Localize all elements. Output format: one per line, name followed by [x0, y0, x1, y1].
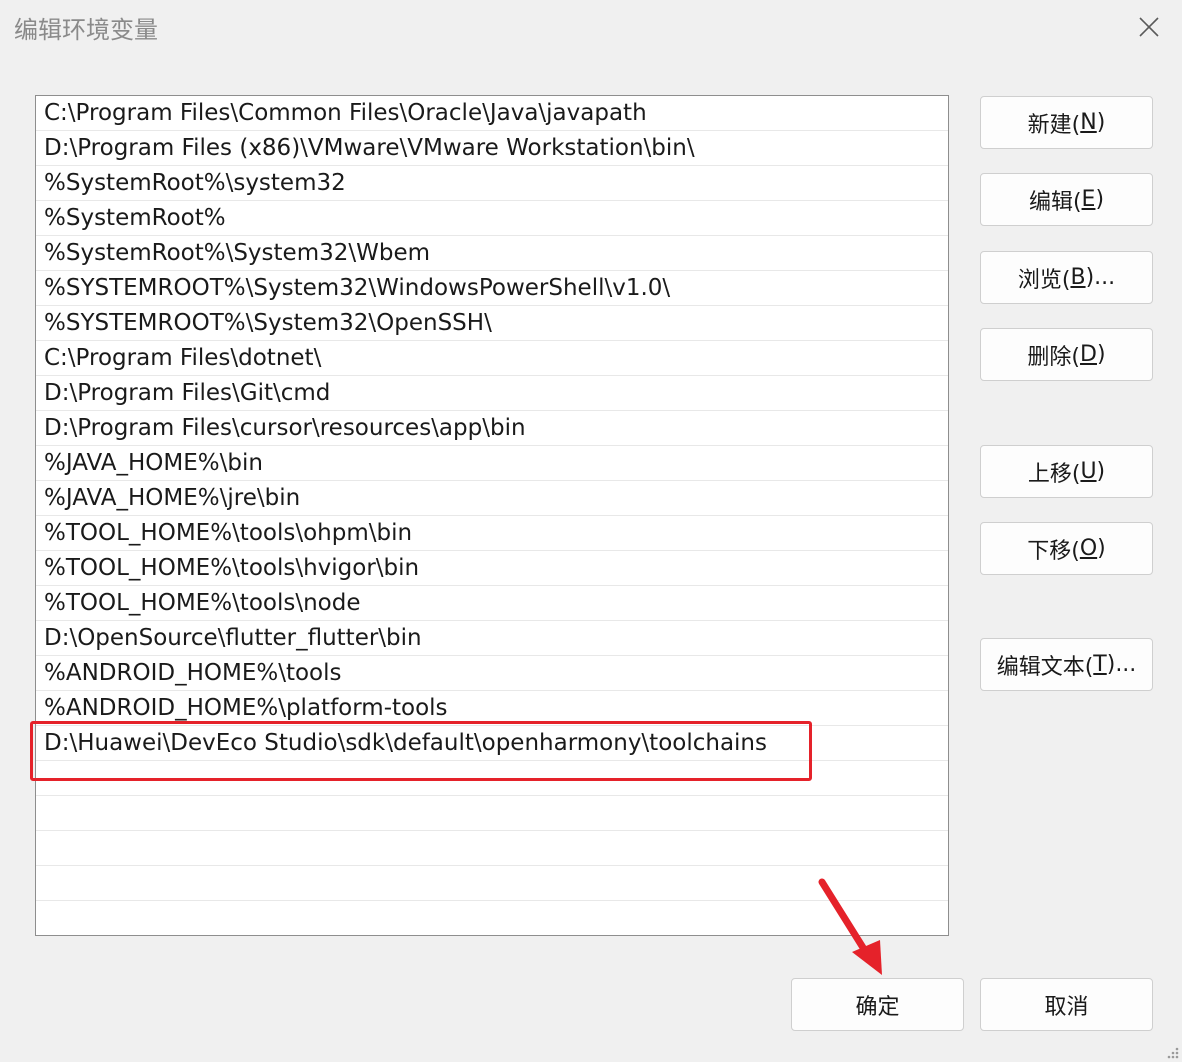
- edit-button-key: E: [1081, 187, 1096, 212]
- close-button[interactable]: [1130, 10, 1168, 44]
- move-up-button[interactable]: 上移(U): [980, 445, 1153, 498]
- list-item[interactable]: [36, 901, 948, 935]
- delete-button-suffix: ): [1096, 342, 1106, 367]
- delete-button[interactable]: 删除(D): [980, 328, 1153, 381]
- edit-text-button-key: T: [1093, 652, 1107, 677]
- new-button-suffix: ): [1096, 110, 1106, 135]
- list-item[interactable]: %JAVA_HOME%\bin: [36, 446, 948, 481]
- list-item[interactable]: %ANDROID_HOME%\platform-tools: [36, 691, 948, 726]
- list-item[interactable]: %TOOL_HOME%\tools\ohpm\bin: [36, 516, 948, 551]
- move-up-button-suffix: ): [1096, 459, 1106, 484]
- list-item[interactable]: [36, 831, 948, 866]
- cancel-button[interactable]: 取消: [980, 978, 1153, 1031]
- list-item[interactable]: %TOOL_HOME%\tools\hvigor\bin: [36, 551, 948, 586]
- edit-text-button[interactable]: 编辑文本(T)...: [980, 638, 1153, 691]
- move-down-button[interactable]: 下移(O): [980, 522, 1153, 575]
- edit-button-suffix: ): [1095, 187, 1105, 212]
- move-down-button-key: O: [1079, 536, 1098, 561]
- browse-button[interactable]: 浏览(B)...: [980, 251, 1153, 304]
- new-button-key: N: [1080, 110, 1097, 135]
- list-item[interactable]: [36, 761, 948, 796]
- move-up-button-key: U: [1080, 459, 1097, 484]
- browse-button-suffix: )...: [1085, 265, 1116, 290]
- list-item[interactable]: D:\Program Files\cursor\resources\app\bi…: [36, 411, 948, 446]
- move-down-button-suffix: ): [1097, 536, 1106, 561]
- close-icon: [1139, 17, 1159, 37]
- move-up-button-label: 上移(: [1027, 461, 1081, 487]
- path-listbox[interactable]: C:\Program Files\Common Files\Oracle\Jav…: [35, 95, 949, 936]
- list-item[interactable]: %SystemRoot%: [36, 201, 948, 236]
- edit-text-button-suffix: )...: [1106, 652, 1137, 677]
- edit-text-button-label: 编辑文本(: [996, 654, 1094, 680]
- move-down-button-label: 下移(: [1027, 538, 1080, 564]
- list-item[interactable]: C:\Program Files\dotnet\: [36, 341, 948, 376]
- list-item[interactable]: D:\Program Files\Git\cmd: [36, 376, 948, 411]
- edit-button[interactable]: 编辑(E): [980, 173, 1153, 226]
- resize-grip-icon[interactable]: [1164, 1044, 1180, 1060]
- delete-button-key: D: [1080, 342, 1097, 367]
- list-item[interactable]: D:\Huawei\DevEco Studio\sdk\default\open…: [36, 726, 948, 761]
- edit-button-label: 编辑(: [1028, 189, 1082, 215]
- list-item[interactable]: C:\Program Files\Common Files\Oracle\Jav…: [36, 96, 948, 131]
- ok-button[interactable]: 确定: [791, 978, 964, 1031]
- list-item[interactable]: %SYSTEMROOT%\System32\OpenSSH\: [36, 306, 948, 341]
- list-item[interactable]: D:\Program Files (x86)\VMware\VMware Wor…: [36, 131, 948, 166]
- new-button[interactable]: 新建(N): [980, 96, 1153, 149]
- list-item[interactable]: [36, 866, 948, 901]
- list-item[interactable]: %SystemRoot%\System32\Wbem: [36, 236, 948, 271]
- browse-button-key: B: [1070, 265, 1086, 290]
- list-item[interactable]: %TOOL_HOME%\tools\node: [36, 586, 948, 621]
- new-button-label: 新建(: [1027, 112, 1081, 138]
- browse-button-label: 浏览(: [1017, 267, 1071, 293]
- list-item[interactable]: [36, 796, 948, 831]
- list-item[interactable]: %ANDROID_HOME%\tools: [36, 656, 948, 691]
- window-title: 编辑环境变量: [14, 16, 158, 44]
- list-item[interactable]: %SystemRoot%\system32: [36, 166, 948, 201]
- list-item[interactable]: %JAVA_HOME%\jre\bin: [36, 481, 948, 516]
- delete-button-label: 删除(: [1027, 344, 1081, 370]
- list-item[interactable]: D:\OpenSource\flutter_flutter\bin: [36, 621, 948, 656]
- list-item[interactable]: %SYSTEMROOT%\System32\WindowsPowerShell\…: [36, 271, 948, 306]
